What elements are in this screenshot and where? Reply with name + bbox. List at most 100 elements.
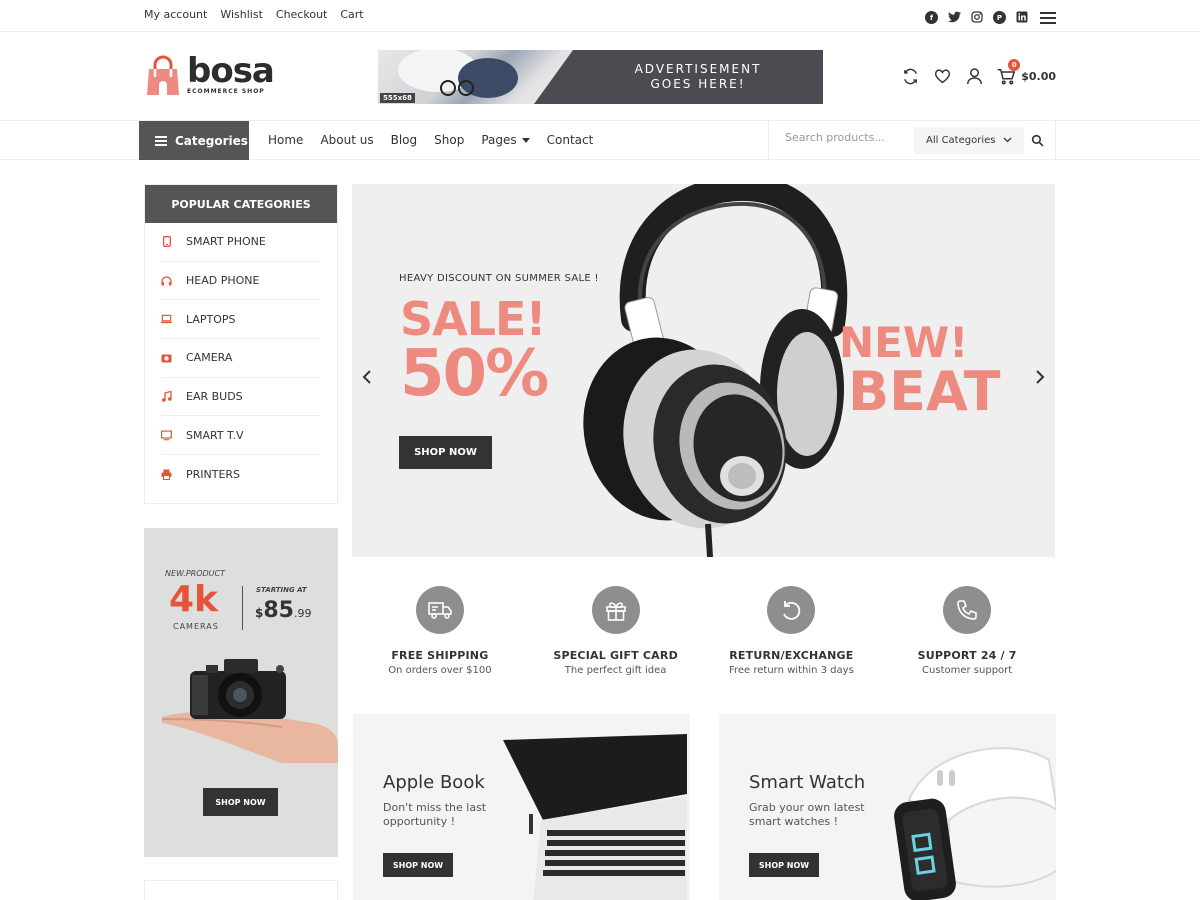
product-search: All Categories xyxy=(768,121,1056,160)
slide-shop-now-button[interactable]: SHOP NOW xyxy=(399,436,492,469)
slide-percent-text: 50% xyxy=(400,337,549,411)
category-select[interactable]: All Categories xyxy=(914,127,1024,154)
category-select-value: All Categories xyxy=(926,135,996,146)
user-icon[interactable] xyxy=(965,67,983,85)
camera-promo-banner[interactable]: NEW.PRODUCT 4k CAMERAS STARTING AT $85.9… xyxy=(144,528,338,857)
feature-free-shipping: FREE SHIPPING On orders over $100 xyxy=(352,586,528,686)
advertisement-banner[interactable]: 555x68 ADVERTISEMENT GOES HERE! xyxy=(378,50,823,104)
categories-button[interactable]: Categories xyxy=(139,121,249,160)
nav-item-home[interactable]: Home xyxy=(268,133,303,147)
music-note-icon xyxy=(161,391,172,402)
hamburger-icon xyxy=(155,135,167,146)
tv-icon xyxy=(161,430,172,441)
category-item-smart-phone[interactable]: SMART PHONE xyxy=(161,223,320,262)
nav-item-shop[interactable]: Shop xyxy=(434,133,464,147)
hero-slider: HEAVY DISCOUNT ON SUMMER SALE ! SALE! 50… xyxy=(352,184,1055,557)
feature-title: FREE SHIPPING xyxy=(391,649,489,662)
nav-item-pages[interactable]: Pages xyxy=(481,133,530,147)
slider-prev-arrow-icon[interactable] xyxy=(362,369,372,390)
feature-support: SUPPORT 24 / 7 Customer support xyxy=(879,586,1055,686)
headphone-icon xyxy=(161,275,172,286)
smart-watch-image xyxy=(889,740,1056,900)
truck-icon xyxy=(415,586,464,634)
camera-icon xyxy=(161,352,172,363)
cart-link[interactable]: Cart xyxy=(340,8,363,21)
cart-count-badge: 0 xyxy=(1008,59,1021,71)
logo-wordmark: bosa xyxy=(187,51,275,91)
category-item-smart-tv[interactable]: SMART T.V xyxy=(161,416,320,456)
phone-icon xyxy=(943,586,992,634)
promo-price-cents: .99 xyxy=(293,607,312,620)
popular-categories-title: POPULAR CATEGORIES xyxy=(145,185,337,223)
category-item-printers[interactable]: PRINTERS xyxy=(161,455,320,494)
instagram-icon[interactable] xyxy=(971,8,983,27)
account-links: My account Wishlist Checkout Cart xyxy=(144,8,364,21)
nav-item-about[interactable]: About us xyxy=(320,133,373,147)
category-item-head-phone[interactable]: HEAD PHONE xyxy=(161,262,320,301)
category-label: PRINTERS xyxy=(186,467,241,481)
banner-shop-now-button[interactable]: SHOP NOW xyxy=(383,853,453,877)
wishlist-heart-icon[interactable] xyxy=(933,67,951,85)
feature-title: SPECIAL GIFT CARD xyxy=(553,649,678,662)
banner-title: Apple Book xyxy=(383,772,485,793)
facebook-icon[interactable]: f xyxy=(925,11,938,24)
promo-subtitle: CAMERAS xyxy=(173,622,219,631)
nav-item-blog[interactable]: Blog xyxy=(391,133,418,147)
categories-label: Categories xyxy=(175,133,248,148)
promo-starting-at: STARTING AT xyxy=(256,586,307,594)
printer-icon xyxy=(161,469,172,480)
pinterest-icon[interactable]: P xyxy=(993,11,1006,24)
nav-item-pages-label: Pages xyxy=(481,133,517,147)
category-label: LAPTOPS xyxy=(186,312,236,326)
category-item-laptops[interactable]: LAPTOPS xyxy=(161,300,320,340)
category-label: SMART T.V xyxy=(186,428,244,442)
logo-tagline: ECOMMERCE SHOP xyxy=(187,88,265,95)
promo-shop-now-button[interactable]: SHOP NOW xyxy=(203,788,278,816)
feature-subtitle: Customer support xyxy=(922,665,1013,676)
laptop-image xyxy=(503,734,690,900)
shopping-bag-logo-icon xyxy=(145,55,181,97)
feature-title: RETURN/EXCHANGE xyxy=(729,649,854,662)
popular-categories: POPULAR CATEGORIES SMART PHONE HEAD PHON… xyxy=(144,184,338,504)
nav-item-contact[interactable]: Contact xyxy=(547,133,594,147)
ad-text: ADVERTISEMENT GOES HERE! xyxy=(618,62,778,92)
smartphone-icon xyxy=(161,236,172,248)
laptop-icon xyxy=(161,314,172,325)
compare-icon[interactable] xyxy=(901,67,919,85)
promo-price: $85.99 xyxy=(255,598,311,623)
my-account-link[interactable]: My account xyxy=(144,8,207,21)
promo-divider xyxy=(242,586,243,630)
cart-icon[interactable]: 0 xyxy=(997,59,1021,85)
wishlist-link[interactable]: Wishlist xyxy=(220,8,263,21)
site-logo[interactable]: bosa ECOMMERCE SHOP xyxy=(145,51,275,97)
banner-shop-now-button[interactable]: SHOP NOW xyxy=(749,853,819,877)
return-icon xyxy=(767,586,816,634)
banner-description: Don't miss the last opportunity ! xyxy=(383,801,487,828)
twitter-icon[interactable] xyxy=(948,8,961,27)
category-item-camera[interactable]: CAMERA xyxy=(161,339,320,378)
features-row: FREE SHIPPING On orders over $100 SPECIA… xyxy=(352,586,1055,686)
search-input[interactable] xyxy=(785,131,915,144)
social-links: f P xyxy=(925,8,1056,27)
camera-in-hand-image xyxy=(161,653,338,767)
category-item-ear-buds[interactable]: EAR BUDS xyxy=(161,378,320,417)
ad-text-line-1: ADVERTISEMENT xyxy=(634,62,762,76)
site-header: bosa ECOMMERCE SHOP 555x68 ADVERTISEMENT… xyxy=(0,33,1200,121)
checkout-link[interactable]: Checkout xyxy=(276,8,327,21)
search-icon[interactable] xyxy=(1031,132,1047,148)
category-label: CAMERA xyxy=(186,351,233,365)
cart-total[interactable]: $0.00 xyxy=(1021,70,1056,83)
caret-down-icon xyxy=(521,138,530,143)
category-label: EAR BUDS xyxy=(186,390,243,404)
smart-watch-banner[interactable]: Smart Watch Grab your own latest smart w… xyxy=(719,714,1056,900)
apple-book-banner[interactable]: Apple Book Don't miss the last opportuni… xyxy=(353,714,690,900)
promo-price-value: 85 xyxy=(263,598,294,623)
header-actions: 0 $0.00 xyxy=(901,59,1056,85)
menu-toggle-icon[interactable] xyxy=(1040,11,1056,24)
ad-size-label: 555x68 xyxy=(380,93,415,103)
linkedin-icon[interactable] xyxy=(1016,8,1028,27)
main-navigation: Categories Home About us Blog Shop Pages… xyxy=(0,121,1200,160)
slider-next-arrow-icon[interactable] xyxy=(1035,369,1045,390)
sidebar-next-widget xyxy=(144,880,338,900)
gift-icon xyxy=(591,586,640,634)
